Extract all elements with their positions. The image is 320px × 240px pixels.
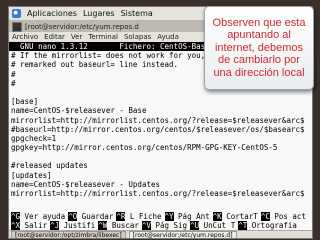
shortcut-key: ^K — [212, 212, 222, 221]
shortcut-label: Pos act — [269, 212, 306, 221]
shortcut-row-1: ^G Ver ayuda ^O Guardar ^R L Fiche ^Y Pá… — [9, 212, 312, 221]
shortcut-row-2: ^X Salir ^J Justifi ^W Buscar ^V Pág Sig… — [9, 221, 312, 230]
terminal-menu-tabs[interactable]: Solapas — [124, 33, 151, 41]
terminal-menu-file[interactable]: Archivo — [12, 33, 38, 41]
callout-text: Observen que esta apuntando al internet,… — [212, 16, 306, 79]
terminal-menu-view[interactable]: Ver — [71, 33, 82, 41]
shortcut-label: Pág Sig — [150, 221, 188, 230]
shortcut-key: ^J — [50, 221, 60, 230]
shortcut-label: Salir — [20, 221, 48, 230]
gnome-foot-icon — [12, 9, 21, 18]
shortcut-label: Ver ayuda — [20, 212, 66, 221]
editor-line[interactable]: gpgkey=http://mirror.centos.org/centos/R… — [9, 143, 312, 152]
shortcut-label: L Fiche — [125, 212, 162, 221]
shortcut-label: Guardar — [77, 212, 114, 221]
shortcut-key: ^R — [116, 212, 126, 221]
shortcut-label: Pág Ant — [173, 212, 210, 221]
editor-line[interactable]: name=CentOS-$releasever - Base — [9, 106, 312, 115]
editor-line[interactable]: mirrorlist=http://mirrorlist.centos.org/… — [9, 189, 312, 198]
menu-applications[interactable]: Aplicaciones — [27, 9, 77, 18]
shortcut-uncut[interactable]: ^U UnCut T — [190, 221, 235, 230]
editor-line[interactable]: [base] — [9, 97, 312, 106]
editor-line[interactable]: #released updates — [9, 161, 312, 170]
editor-line[interactable]: #baseurl=http://mirror.centos.org/centos… — [9, 125, 312, 134]
taskbar-item-active[interactable]: [root@servidor:/etc/yum.repos.d] — [128, 230, 237, 238]
bottom-taskbar: [root@servidor:/opt/zimbra/libexec] [roo… — [9, 230, 312, 238]
menu-system[interactable]: Sistema — [121, 9, 153, 18]
callout-box: Observen que esta apuntando al internet,… — [204, 6, 314, 90]
taskbar-item[interactable]: [root@servidor:/opt/zimbra/libexec] — [11, 230, 126, 238]
terminal-menu-help[interactable]: Ayuda — [157, 33, 179, 41]
editor-line[interactable]: gpgcheck=1 — [9, 134, 312, 143]
shortcut-label: UnCut T — [199, 221, 236, 230]
nano-shortcut-bar: ^G Ver ayuda ^O Guardar ^R L Fiche ^Y Pá… — [9, 212, 312, 230]
editor-line[interactable] — [9, 152, 312, 161]
editor-line[interactable]: name=CentOS-$releasever - Updates — [9, 180, 312, 189]
shortcut-label: Ortografia — [247, 221, 297, 230]
shortcut-label: Justifi — [59, 221, 96, 230]
shortcut-read-file[interactable]: ^R L Fiche — [116, 212, 162, 221]
shortcut-save[interactable]: ^O Guardar — [68, 212, 113, 221]
shortcut-key: ^O — [68, 212, 78, 221]
terminal-icon — [12, 21, 22, 32]
shortcut-key: ^U — [190, 221, 200, 230]
shortcut-help[interactable]: ^G Ver ayuda — [11, 212, 65, 221]
shortcut-justify[interactable]: ^J Justifi — [50, 221, 95, 230]
shortcut-key: ^C — [260, 212, 270, 221]
shortcut-key: ^X — [11, 221, 21, 230]
shortcut-key: ^W — [98, 221, 108, 230]
shortcut-key: ^V — [141, 221, 151, 230]
shortcut-label: Buscar — [107, 221, 139, 230]
shortcut-search[interactable]: ^W Buscar — [98, 221, 139, 230]
shortcut-key: ^G — [11, 212, 21, 221]
terminal-menu-edit[interactable]: Editar — [44, 33, 65, 41]
shortcut-exit[interactable]: ^X Salir — [11, 221, 47, 230]
shortcut-key: ^T — [238, 221, 248, 230]
shortcut-label: CortarT — [221, 212, 258, 221]
shortcut-cut[interactable]: ^K CortarT — [212, 212, 258, 221]
editor-line[interactable]: [updates] — [9, 171, 312, 180]
shortcut-prev-page[interactable]: ^Y Pág Ant — [164, 212, 210, 221]
shortcut-next-page[interactable]: ^V Pág Sig — [141, 221, 188, 230]
terminal-menu-terminal[interactable]: Terminal — [88, 33, 118, 41]
shortcut-key: ^Y — [164, 212, 174, 221]
shortcut-cur-pos[interactable]: ^C Pos act — [260, 212, 306, 221]
menu-places[interactable]: Lugares — [83, 9, 115, 18]
terminal-title: [root@servidor:/etc/yum.repos.d — [25, 22, 139, 31]
shortcut-spell[interactable]: ^T Ortografia — [238, 221, 297, 230]
editor-line[interactable]: mirrorlist=http://mirrorlist.centos.org/… — [9, 116, 312, 125]
